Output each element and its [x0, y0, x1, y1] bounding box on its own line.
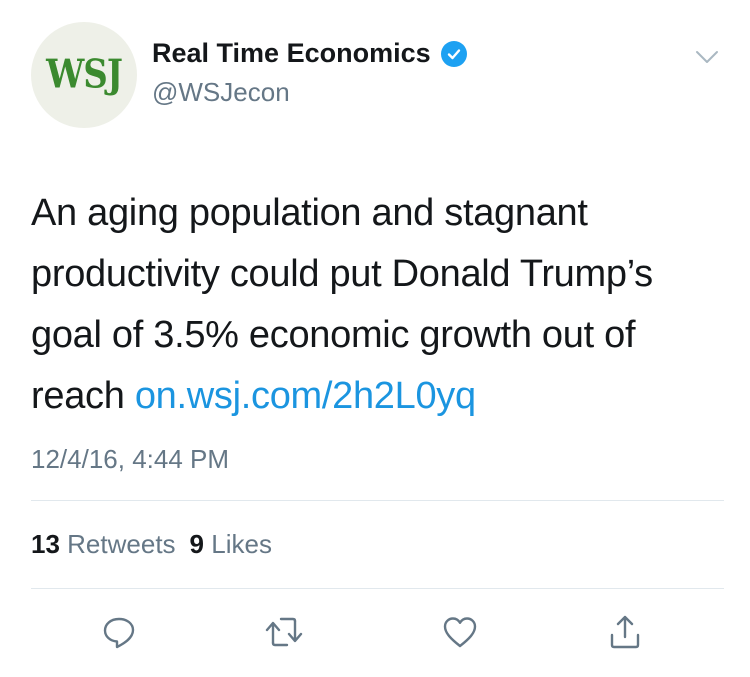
- likes-stat[interactable]: 9 Likes: [190, 529, 272, 560]
- share-button[interactable]: [603, 612, 647, 656]
- avatar[interactable]: WSJ: [31, 22, 137, 128]
- retweets-label: Retweets: [67, 529, 176, 559]
- tweet-link[interactable]: on.wsj.com/2h2L0yq: [135, 375, 476, 417]
- retweets-stat[interactable]: 13 Retweets: [31, 529, 176, 560]
- like-icon: [441, 613, 479, 656]
- divider: [31, 500, 724, 501]
- tweet-stats: 13 Retweets 9 Likes: [31, 529, 272, 560]
- divider: [31, 588, 724, 589]
- display-name[interactable]: Real Time Economics: [152, 38, 431, 69]
- author-name-row: Real Time Economics: [152, 38, 467, 69]
- action-bar: [0, 612, 750, 656]
- likes-count: 9: [189, 529, 205, 559]
- like-button[interactable]: [438, 612, 482, 656]
- chevron-down-icon[interactable]: [694, 48, 720, 66]
- likes-label: Likes: [211, 529, 272, 559]
- share-icon: [606, 613, 644, 656]
- reply-button[interactable]: [97, 612, 141, 656]
- retweets-count: 13: [31, 529, 60, 559]
- retweet-icon: [264, 613, 304, 656]
- tweet-text: An aging population and stagnant product…: [31, 183, 721, 427]
- avatar-logo-text: WSJ: [46, 52, 123, 98]
- retweet-button[interactable]: [262, 612, 306, 656]
- reply-icon: [100, 613, 138, 656]
- timestamp[interactable]: 12/4/16, 4:44 PM: [31, 444, 229, 475]
- user-handle[interactable]: @WSJecon: [152, 77, 290, 108]
- verified-badge-icon: [440, 40, 467, 67]
